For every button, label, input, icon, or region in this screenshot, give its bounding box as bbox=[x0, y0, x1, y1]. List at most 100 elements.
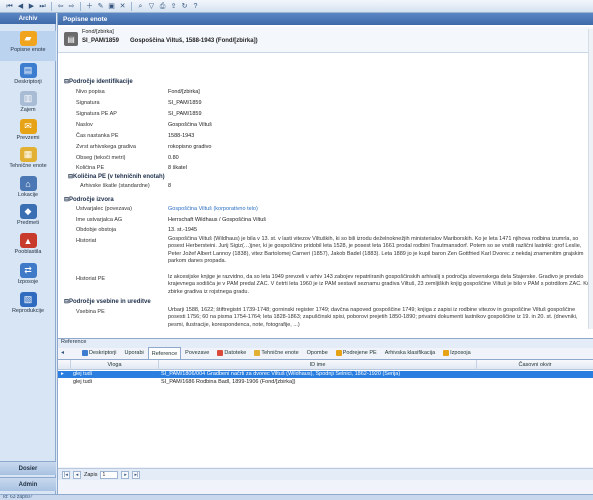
location-icon: ⌂ bbox=[19, 176, 37, 191]
tab-icon bbox=[443, 350, 450, 356]
tab-label: Deskriptorji bbox=[89, 350, 117, 356]
back-icon[interactable]: ⇦ bbox=[56, 2, 65, 11]
vertical-scrollbar[interactable] bbox=[588, 29, 593, 329]
forward-icon[interactable]: ⇨ bbox=[67, 2, 76, 11]
pager: |◂ ◂ Zapis 1 ▸ ▸| bbox=[58, 468, 593, 480]
edit-icon[interactable]: ✎ bbox=[96, 2, 105, 11]
field-label: Arhivske škatle (standardne) bbox=[80, 183, 150, 189]
first-page-icon[interactable]: |◂ bbox=[62, 470, 70, 479]
tab-datoteke[interactable]: Datoteke bbox=[213, 347, 250, 358]
table-row[interactable]: ▸ glej tudi SI_PAM/1806/004 Gradbeni načrt… bbox=[58, 371, 593, 378]
admin-button[interactable]: Admin bbox=[0, 477, 56, 491]
tab-arhivska-klasifikacija[interactable]: Arhivska klasifikacija bbox=[381, 347, 439, 358]
tab-label: Opombe bbox=[306, 350, 328, 356]
nav-last-icon[interactable]: ⏭ bbox=[38, 2, 47, 11]
column-header-vloga[interactable]: Vloga bbox=[71, 360, 159, 370]
delete-icon[interactable]: ✕ bbox=[118, 2, 127, 11]
tab-reference[interactable]: Reference bbox=[147, 347, 182, 359]
cell-casovni-okvir bbox=[479, 371, 592, 378]
new-record-icon[interactable]: ＋ bbox=[85, 2, 94, 11]
sidebar-item-label: Lokacije bbox=[17, 192, 39, 198]
toolbar: ⏮ ◀ ▶ ⏭ ⇦ ⇨ ＋ ✎ ▣ ✕ ⌕ ▽ ⎙ ⇪ ↻ ? bbox=[0, 0, 593, 13]
filter-icon[interactable]: ▽ bbox=[147, 2, 156, 11]
nav-first-icon[interactable]: ⏮ bbox=[5, 2, 14, 11]
row-indicator-icon: ▸ bbox=[61, 371, 64, 377]
toolbar-divider bbox=[131, 1, 132, 11]
sidebar-item-tehnične-enote[interactable]: ▦ Tehnične enote bbox=[0, 147, 56, 169]
tab-povezave[interactable]: Povezave bbox=[181, 347, 213, 358]
tab-label: Arhivska klasifikacija bbox=[384, 350, 436, 356]
sidebar-item-deskriptorji[interactable]: ▤ Deskriptorji bbox=[0, 63, 56, 85]
export-icon[interactable]: ⇪ bbox=[169, 2, 178, 11]
tab-uporabi[interactable]: Uporabi bbox=[121, 347, 148, 358]
sidebar-item-label: Predmeti bbox=[16, 220, 39, 226]
dosier-button[interactable]: Dosier bbox=[0, 461, 56, 475]
tab-icon bbox=[217, 350, 224, 356]
column-header-casovni-okvir[interactable]: Časovni okvir bbox=[477, 360, 593, 370]
tab-label: Povezave bbox=[185, 350, 210, 356]
section-content[interactable]: ⊟Področje vsebine in ureditve bbox=[64, 298, 151, 305]
tab-label: Izposoja bbox=[450, 350, 471, 356]
page-input[interactable]: 1 bbox=[100, 470, 119, 479]
tab-label: Tehnične enote bbox=[261, 350, 299, 356]
prev-page-icon[interactable]: ◂ bbox=[73, 470, 81, 479]
field-label: Čas nastanka PE bbox=[76, 133, 119, 139]
permission-icon: ▲ bbox=[19, 233, 37, 248]
next-page-icon[interactable]: ▸ bbox=[121, 470, 130, 479]
field-value: 8 bbox=[168, 183, 172, 189]
sidebar-item-label: Prevzemi bbox=[16, 135, 40, 141]
field-value: Fond/[zbirka] bbox=[168, 89, 200, 95]
record-header: ▤ Fond/[zbirka] SI_PAM/1859 Gospoščina V… bbox=[58, 27, 593, 53]
document-icon: ▤ bbox=[19, 63, 37, 78]
sidebar-item-predmeti[interactable]: ◆ Predmeti bbox=[0, 204, 56, 226]
last-page-icon[interactable]: ▸| bbox=[132, 470, 141, 479]
sidebar-item-label: Tehnične enote bbox=[9, 163, 47, 169]
column-header-id-ime[interactable]: ID ime bbox=[159, 360, 477, 370]
field-label: Količina PE bbox=[76, 165, 105, 171]
tab-podrejene-pe[interactable]: Podrejene PE bbox=[332, 347, 381, 358]
tab-deskriptorji[interactable]: Deskriptorji bbox=[78, 347, 121, 358]
field-value: Gospoščina Viltuš bbox=[168, 122, 212, 128]
sidebar-item-label: Zajem bbox=[20, 107, 36, 113]
sidebar-item-prevzemi[interactable]: ✉ Prevzemi bbox=[0, 119, 56, 141]
section-identification[interactable]: ⊟Področje identifikacije bbox=[64, 78, 133, 85]
historiat-pe-text: Iz akcesijske knjige je razvidno, da so … bbox=[168, 274, 592, 295]
sidebar-item-pooblastila[interactable]: ▲ Pooblastila bbox=[0, 233, 56, 255]
refresh-icon[interactable]: ↻ bbox=[180, 2, 189, 11]
tab-tehnične-enote[interactable]: Tehnične enote bbox=[250, 347, 302, 358]
sidebar-item-lokacije[interactable]: ⌂ Lokacije bbox=[0, 176, 56, 198]
sidebar-item-zajem[interactable]: ▥ Zajem bbox=[0, 91, 56, 113]
scanner-icon: ▥ bbox=[19, 91, 37, 106]
folder-icon: ▰ bbox=[19, 31, 37, 46]
section-origin[interactable]: ⊟Področje izvora bbox=[64, 196, 114, 203]
grid-header: Vloga ID ime Časovni okvir bbox=[58, 360, 593, 370]
sidebar-item-label: Pooblastila bbox=[14, 249, 42, 255]
search-icon[interactable]: ⌕ bbox=[136, 2, 145, 11]
tab-scroll-left-icon[interactable]: ◂ bbox=[61, 349, 75, 357]
nav-next-icon[interactable]: ▶ bbox=[27, 2, 36, 11]
content-text: Urbarji 1588, 1622; štiftregistri 1739-1… bbox=[168, 307, 578, 328]
creator-link[interactable]: Gospoščina Viltuš (korporativno telo) bbox=[168, 206, 258, 212]
reference-tabs: Deskriptorji Uporabi Reference Povezave Dato… bbox=[78, 347, 593, 359]
sidebar-item-reprodukcije[interactable]: ▧ Reprodukcije bbox=[0, 292, 56, 314]
help-icon[interactable]: ? bbox=[191, 2, 200, 11]
inbox-icon: ✉ bbox=[19, 119, 37, 134]
field-label: Nivo popisa bbox=[76, 89, 105, 95]
tab-label: Datoteke bbox=[224, 350, 247, 356]
sidebar-item-label: Deskriptorji bbox=[14, 79, 42, 85]
tab-izposoja[interactable]: Izposoja bbox=[439, 347, 475, 358]
sidebar-item-popisne-enote[interactable]: ▰ Popisne enote bbox=[0, 31, 56, 61]
field-label: Ime ustvarjalca AG bbox=[76, 217, 123, 223]
table-row[interactable]: glej tudi SI_PAM/1686 Rodbina Badl, 1899-… bbox=[58, 379, 593, 386]
print-icon[interactable]: ⎙ bbox=[158, 2, 167, 11]
sidebar-item-izposoje[interactable]: ⇄ Izposoje bbox=[0, 263, 56, 285]
nav-prev-icon[interactable]: ◀ bbox=[16, 2, 25, 11]
field-value: 0.80 bbox=[168, 155, 179, 161]
tab-opombe[interactable]: Opombe bbox=[303, 347, 332, 358]
section-quantity[interactable]: ⊟Količina PE (v tehničnih enotah) bbox=[68, 173, 165, 180]
save-icon[interactable]: ▣ bbox=[107, 2, 116, 11]
reference-grid: Vloga ID ime Časovni okvir ▸ glej tudi SI_… bbox=[58, 359, 593, 467]
record-title: Gospoščina Viltuš, 1588-1943 (Fond/[zbir… bbox=[130, 38, 258, 44]
historiat-text: Gospoščina Viltuš (Wildhaus) je bila v 1… bbox=[168, 236, 584, 264]
cell-vloga: glej tudi bbox=[73, 371, 92, 377]
